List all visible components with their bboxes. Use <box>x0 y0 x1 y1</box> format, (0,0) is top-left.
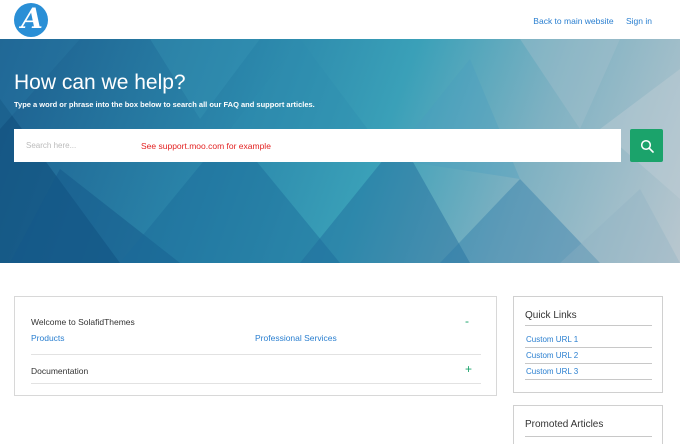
collapse-toggle-welcome[interactable]: - <box>465 314 469 328</box>
hero-subtitle: Type a word or phrase into the box below… <box>14 100 315 109</box>
quick-links-title: Quick Links <box>525 310 577 321</box>
search-note: See support.moo.com for example <box>141 140 271 151</box>
link-professional-services[interactable]: Professional Services <box>255 333 337 343</box>
promoted-articles-rule <box>525 436 652 437</box>
quick-link-2[interactable]: Custom URL 2 <box>526 351 578 360</box>
search-icon <box>640 139 654 153</box>
hero-title: How can we help? <box>14 71 186 94</box>
quick-links-rule <box>525 379 652 380</box>
quick-link-1[interactable]: Custom URL 1 <box>526 335 578 344</box>
quick-links-rule <box>525 347 652 348</box>
search-input[interactable]: Search here... See support.moo.com for e… <box>14 129 621 162</box>
top-bar: A Back to main website Sign in <box>0 0 680 39</box>
section-title-documentation: Documentation <box>31 366 89 376</box>
search-placeholder: Search here... <box>26 141 77 150</box>
search-button[interactable] <box>630 129 663 162</box>
link-products[interactable]: Products <box>31 333 65 343</box>
section-title-welcome: Welcome to SolafidThemes <box>31 317 135 327</box>
logo[interactable]: A <box>14 3 48 37</box>
quick-links-rule <box>525 325 652 326</box>
promoted-articles-title: Promoted Articles <box>525 419 604 430</box>
top-links: Back to main website Sign in <box>523 16 652 26</box>
sign-in-link[interactable]: Sign in <box>626 16 652 26</box>
hero-banner: How can we help? Type a word or phrase i… <box>0 39 680 263</box>
section-divider <box>31 354 481 355</box>
expand-toggle-documentation[interactable]: + <box>465 362 472 376</box>
categories-card: Welcome to SolafidThemes - Products Prof… <box>14 296 497 396</box>
section-divider <box>31 383 481 384</box>
logo-letter: A <box>21 2 43 35</box>
quick-links-rule <box>525 363 652 364</box>
promoted-articles-panel: Promoted Articles <box>513 405 663 444</box>
back-to-main-website-link[interactable]: Back to main website <box>533 16 613 26</box>
quick-links-panel: Quick Links Custom URL 1 Custom URL 2 Cu… <box>513 296 663 393</box>
quick-link-3[interactable]: Custom URL 3 <box>526 367 578 376</box>
